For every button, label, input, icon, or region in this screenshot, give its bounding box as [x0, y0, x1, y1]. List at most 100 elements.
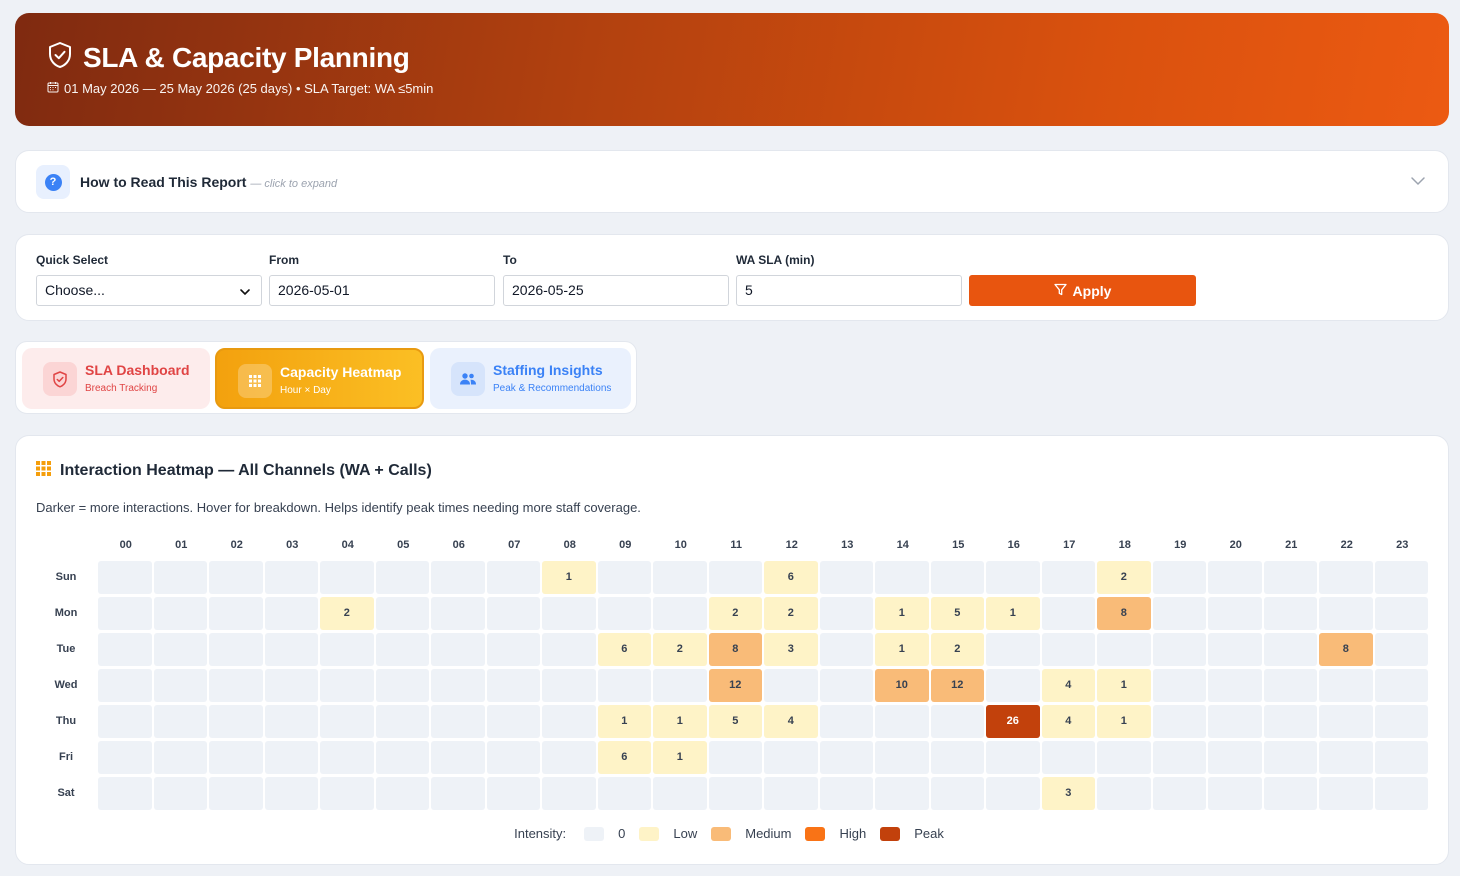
heatmap-cell[interactable]: [98, 740, 152, 774]
heatmap-cell[interactable]: [1152, 704, 1206, 738]
heatmap-cell[interactable]: [819, 704, 873, 738]
heatmap-cell[interactable]: [1208, 668, 1262, 702]
heatmap-cell[interactable]: [653, 776, 707, 810]
heatmap-cell[interactable]: [930, 704, 984, 738]
heatmap-cell[interactable]: [1041, 632, 1095, 666]
heatmap-cell[interactable]: [542, 632, 596, 666]
heatmap-cell[interactable]: [431, 776, 485, 810]
quick-select-dropdown[interactable]: Choose...: [36, 275, 262, 306]
heatmap-cell[interactable]: [375, 668, 429, 702]
heatmap-cell[interactable]: [597, 668, 651, 702]
heatmap-cell[interactable]: [1374, 740, 1428, 774]
heatmap-cell[interactable]: [1152, 776, 1206, 810]
chevron-down-icon[interactable]: [1410, 173, 1426, 194]
heatmap-cell[interactable]: [153, 740, 207, 774]
heatmap-cell[interactable]: 2: [764, 596, 818, 630]
heatmap-cell[interactable]: [819, 632, 873, 666]
heatmap-cell[interactable]: 4: [1041, 668, 1095, 702]
heatmap-cell[interactable]: 5: [708, 704, 762, 738]
heatmap-cell[interactable]: [819, 668, 873, 702]
heatmap-cell[interactable]: 1: [653, 740, 707, 774]
heatmap-cell[interactable]: [98, 632, 152, 666]
heatmap-cell[interactable]: [264, 704, 318, 738]
heatmap-cell[interactable]: [209, 632, 263, 666]
heatmap-cell[interactable]: [264, 560, 318, 594]
heatmap-cell[interactable]: [98, 776, 152, 810]
wa-sla-input[interactable]: 5: [736, 275, 962, 306]
heatmap-cell[interactable]: [375, 560, 429, 594]
heatmap-cell[interactable]: [98, 704, 152, 738]
heatmap-cell[interactable]: [486, 740, 540, 774]
tab-capacity-heatmap[interactable]: Capacity Heatmap Hour × Day: [215, 348, 424, 409]
how-to-read-panel[interactable]: ? How to Read This Report — click to exp…: [15, 150, 1449, 213]
heatmap-cell[interactable]: [986, 560, 1040, 594]
heatmap-cell[interactable]: [819, 740, 873, 774]
heatmap-cell[interactable]: 1: [542, 560, 596, 594]
heatmap-cell[interactable]: [1097, 632, 1151, 666]
heatmap-cell[interactable]: [209, 740, 263, 774]
heatmap-cell[interactable]: [708, 560, 762, 594]
heatmap-cell[interactable]: [209, 704, 263, 738]
heatmap-cell[interactable]: [875, 740, 929, 774]
heatmap-cell[interactable]: [597, 560, 651, 594]
heatmap-cell[interactable]: [264, 668, 318, 702]
heatmap-cell[interactable]: [209, 596, 263, 630]
heatmap-cell[interactable]: 26: [986, 704, 1040, 738]
heatmap-cell[interactable]: [875, 560, 929, 594]
heatmap-cell[interactable]: [1263, 632, 1317, 666]
heatmap-cell[interactable]: 1: [986, 596, 1040, 630]
apply-button[interactable]: Apply: [969, 275, 1196, 306]
heatmap-cell[interactable]: [1208, 560, 1262, 594]
heatmap-cell[interactable]: [486, 668, 540, 702]
heatmap-cell[interactable]: [819, 596, 873, 630]
heatmap-cell[interactable]: [486, 704, 540, 738]
heatmap-cell[interactable]: [708, 776, 762, 810]
heatmap-cell[interactable]: 12: [708, 668, 762, 702]
heatmap-cell[interactable]: [209, 776, 263, 810]
from-date-input[interactable]: 2026-05-01: [269, 275, 495, 306]
heatmap-cell[interactable]: [1374, 668, 1428, 702]
heatmap-cell[interactable]: 1: [597, 704, 651, 738]
heatmap-cell[interactable]: [653, 596, 707, 630]
heatmap-cell[interactable]: [153, 596, 207, 630]
heatmap-cell[interactable]: [986, 632, 1040, 666]
heatmap-cell[interactable]: [542, 668, 596, 702]
heatmap-cell[interactable]: [209, 668, 263, 702]
heatmap-cell[interactable]: [1319, 704, 1373, 738]
heatmap-cell[interactable]: [1208, 704, 1262, 738]
heatmap-cell[interactable]: [153, 776, 207, 810]
heatmap-cell[interactable]: [1374, 704, 1428, 738]
heatmap-cell[interactable]: [153, 632, 207, 666]
heatmap-cell[interactable]: [320, 668, 374, 702]
heatmap-cell[interactable]: [431, 596, 485, 630]
heatmap-cell[interactable]: [1374, 560, 1428, 594]
tab-sla-dashboard[interactable]: SLA Dashboard Breach Tracking: [22, 348, 210, 409]
heatmap-cell[interactable]: [653, 668, 707, 702]
heatmap-cell[interactable]: [209, 560, 263, 594]
tab-staffing-insights[interactable]: Staffing Insights Peak & Recommendations: [430, 348, 631, 409]
heatmap-cell[interactable]: [431, 632, 485, 666]
heatmap-cell[interactable]: [486, 596, 540, 630]
heatmap-cell[interactable]: [986, 776, 1040, 810]
heatmap-cell[interactable]: [320, 632, 374, 666]
heatmap-cell[interactable]: [764, 776, 818, 810]
heatmap-cell[interactable]: [375, 596, 429, 630]
heatmap-cell[interactable]: 5: [930, 596, 984, 630]
heatmap-cell[interactable]: [875, 776, 929, 810]
heatmap-cell[interactable]: 1: [653, 704, 707, 738]
heatmap-cell[interactable]: [1263, 560, 1317, 594]
heatmap-cell[interactable]: [1319, 668, 1373, 702]
heatmap-cell[interactable]: [1263, 776, 1317, 810]
heatmap-cell[interactable]: [1152, 596, 1206, 630]
heatmap-cell[interactable]: [98, 668, 152, 702]
heatmap-cell[interactable]: [431, 560, 485, 594]
heatmap-cell[interactable]: [1374, 776, 1428, 810]
heatmap-cell[interactable]: 2: [930, 632, 984, 666]
heatmap-cell[interactable]: [431, 668, 485, 702]
heatmap-cell[interactable]: 10: [875, 668, 929, 702]
heatmap-cell[interactable]: [320, 560, 374, 594]
heatmap-cell[interactable]: 3: [1041, 776, 1095, 810]
heatmap-cell[interactable]: 8: [1097, 596, 1151, 630]
heatmap-cell[interactable]: 2: [320, 596, 374, 630]
heatmap-cell[interactable]: 1: [875, 596, 929, 630]
